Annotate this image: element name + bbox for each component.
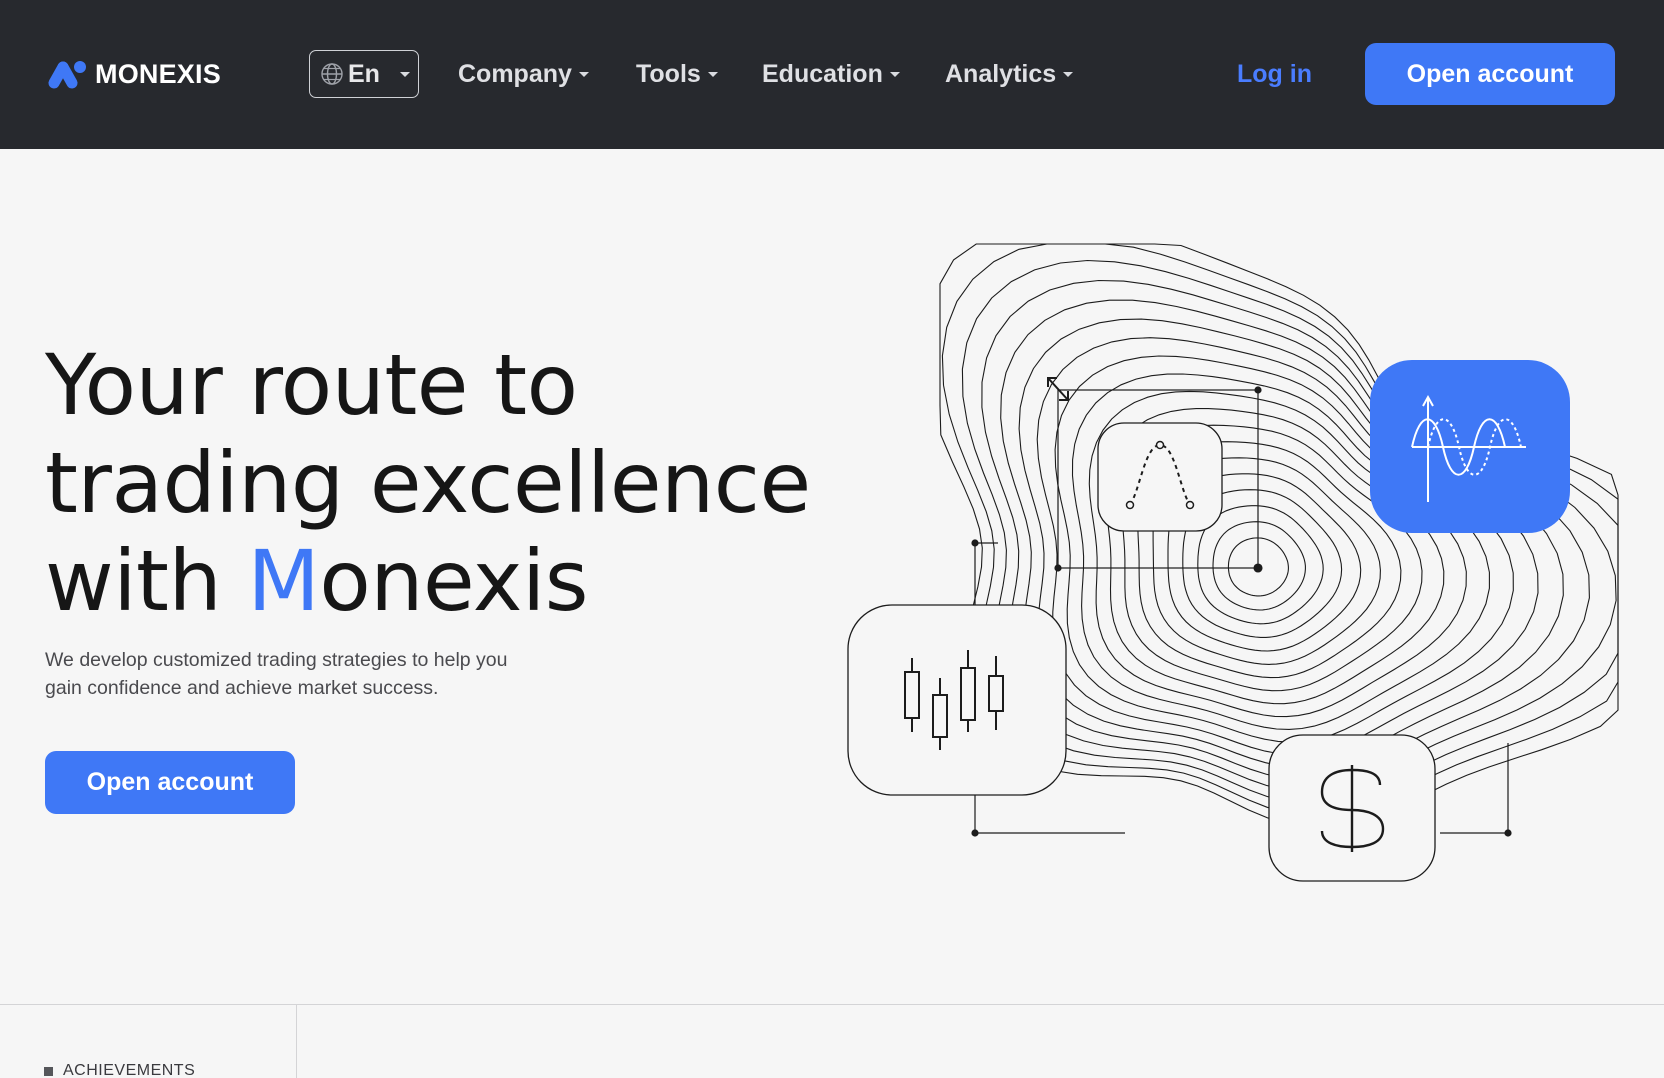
globe-icon (321, 63, 343, 85)
bell-curve-card (1097, 422, 1223, 532)
nav-analytics[interactable]: Analytics (945, 56, 1074, 92)
language-selector[interactable]: En (309, 50, 419, 98)
candlestick-card (847, 604, 1067, 796)
nav-label: Tools (636, 59, 701, 88)
nav-label: Education (762, 59, 883, 88)
chevron-down-icon (889, 71, 900, 77)
nav-education[interactable]: Education (762, 56, 900, 92)
open-account-button-hero[interactable]: Open account (45, 751, 295, 814)
hero-title: Your route to trading excellence with Mo… (45, 336, 865, 630)
login-link[interactable]: Log in (1237, 56, 1312, 92)
dollar-card (1268, 734, 1436, 882)
hero-title-line-3-prefix: with (45, 532, 248, 630)
hero-title-line-1: Your route to (45, 336, 578, 434)
nav-label: Analytics (945, 59, 1057, 88)
open-account-button-header[interactable]: Open account (1365, 43, 1615, 105)
hero-title-line-3-suffix: onexis (319, 532, 589, 630)
chevron-down-icon (399, 71, 410, 77)
chevron-down-icon (707, 71, 718, 77)
hero-title-line-2: trading excellence (45, 434, 811, 532)
achievements-label: ACHIEVEMENTS (63, 1062, 196, 1078)
hero-subtitle: We develop customized trading strategies… (45, 649, 508, 699)
chevron-down-icon (1063, 71, 1074, 77)
square-bullet-icon (44, 1066, 53, 1076)
logo-icon (48, 61, 86, 89)
brand-logo[interactable]: MONEXIS (45, 54, 221, 94)
nav-company[interactable]: Company (458, 56, 589, 92)
section-column-divider (296, 1004, 297, 1078)
top-navigation-bar: MONEXIS En Company Tools Education Analy… (0, 0, 1664, 149)
chevron-down-icon (578, 71, 589, 77)
achievements-heading: ACHIEVEMENTS (44, 1062, 195, 1078)
nav-label: Company (458, 59, 572, 88)
language-label: En (348, 59, 380, 88)
hero-illustration (847, 243, 1619, 882)
brand-name: MONEXIS (95, 58, 221, 89)
section-divider (0, 1004, 1664, 1005)
hero-title-accent: M (247, 532, 320, 630)
wave-graph-card (1370, 360, 1570, 533)
nav-tools[interactable]: Tools (636, 56, 718, 92)
